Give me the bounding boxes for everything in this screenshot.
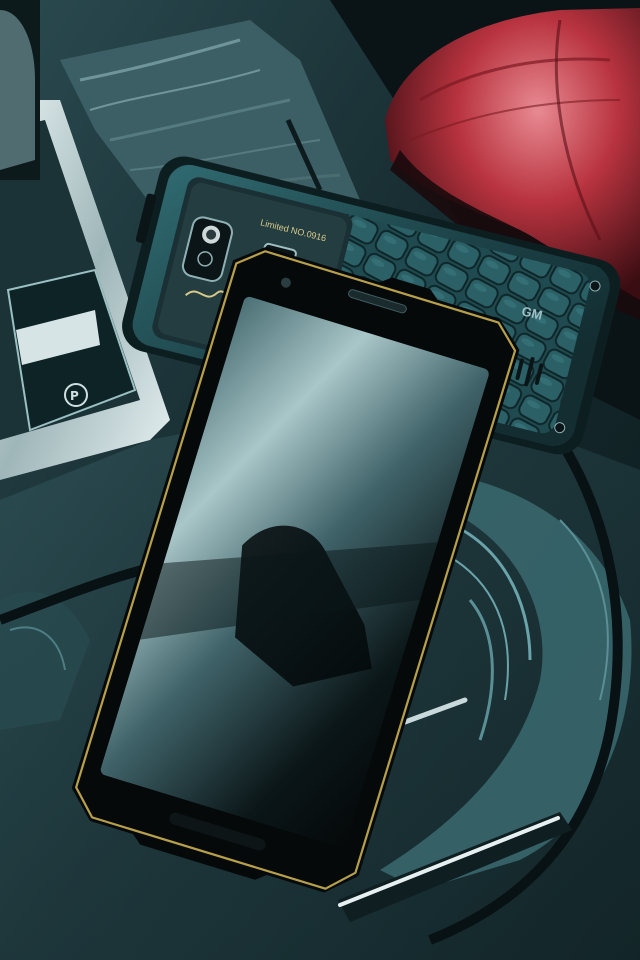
product-photo: P Limited NO.0916 GM bbox=[0, 0, 640, 960]
photo-canvas: P Limited NO.0916 GM bbox=[0, 0, 640, 960]
svg-text:P: P bbox=[70, 389, 79, 403]
